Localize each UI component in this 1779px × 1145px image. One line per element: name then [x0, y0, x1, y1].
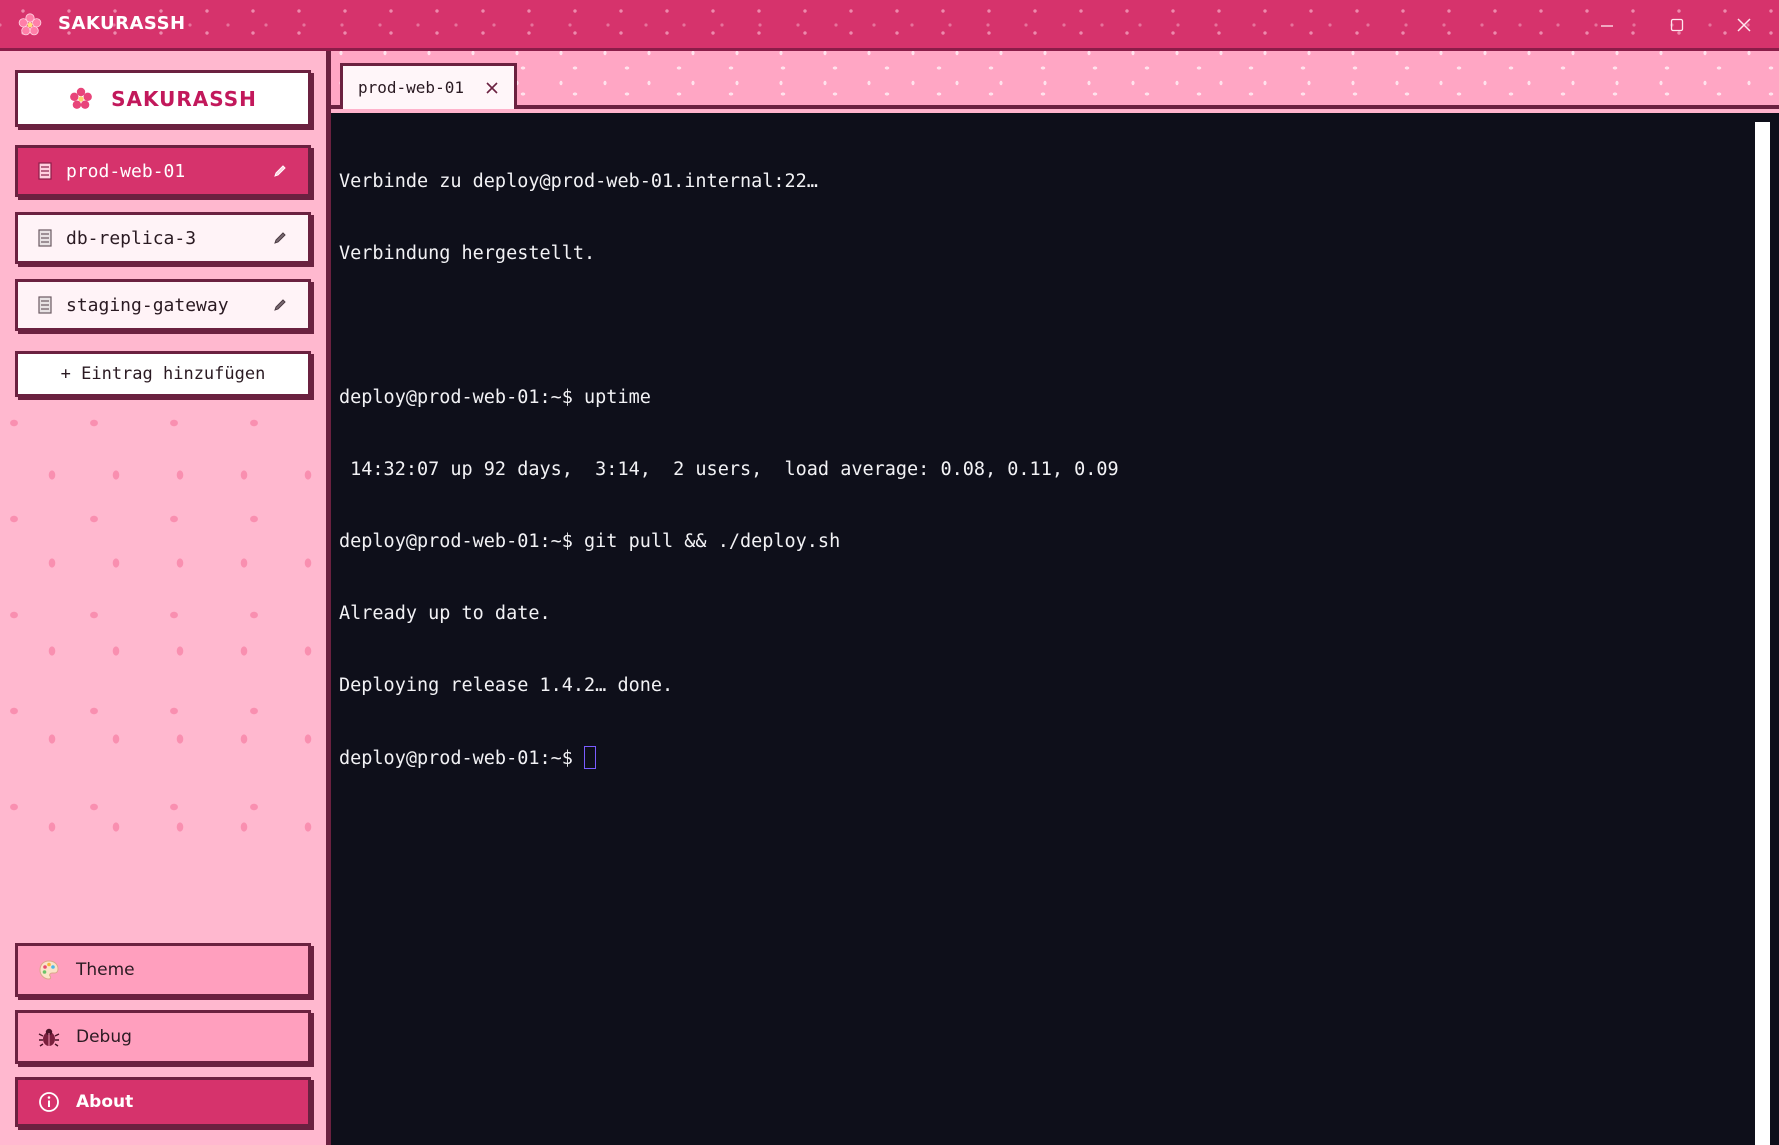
sakura-flower-icon: [70, 87, 92, 109]
debug-button[interactable]: Debug: [15, 1010, 311, 1064]
tab-bar: prod-web-01: [331, 51, 1779, 109]
tab-prod-web-01[interactable]: prod-web-01: [340, 63, 517, 109]
tab-label: prod-web-01: [358, 78, 464, 97]
host-label: staging-gateway: [66, 294, 229, 316]
pencil-icon[interactable]: [272, 230, 288, 246]
pencil-icon[interactable]: [272, 163, 288, 179]
terminal-line: Verbinde zu deploy@prod-web-01.internal:…: [339, 171, 818, 192]
maximize-icon: [1670, 18, 1684, 32]
terminal-line: deploy@prod-web-01:~$ uptime: [339, 387, 651, 408]
scrollbar-thumb[interactable]: [1755, 122, 1770, 1145]
sidebar-item-staging-gateway[interactable]: staging-gateway: [15, 279, 311, 331]
info-icon: [39, 1092, 59, 1112]
server-icon: [38, 296, 52, 314]
about-button[interactable]: About: [15, 1077, 311, 1127]
minimize-button[interactable]: [1572, 0, 1642, 50]
pencil-icon[interactable]: [272, 297, 288, 313]
window-title: SAKURASSH: [58, 13, 186, 34]
add-entry-label: + Eintrag hinzufügen: [60, 364, 266, 384]
about-label: About: [76, 1092, 134, 1112]
terminal-line: Verbindung hergestellt.: [339, 243, 596, 264]
close-button[interactable]: [1709, 0, 1779, 50]
palette-icon: [39, 960, 59, 980]
terminal-line: 14:32:07 up 92 days, 3:14, 2 users, load…: [339, 459, 1119, 480]
host-label: prod-web-01: [66, 160, 186, 182]
server-icon: [38, 162, 52, 180]
close-icon: [1737, 18, 1751, 32]
sidebar-item-prod-web-01[interactable]: prod-web-01: [15, 145, 311, 197]
maximize-button[interactable]: [1642, 0, 1712, 50]
brand-label: SAKURASSH: [111, 86, 257, 111]
theme-button[interactable]: Theme: [15, 943, 311, 997]
bug-icon: [38, 1028, 60, 1047]
theme-label: Theme: [76, 960, 135, 980]
title-bar: SAKURASSH: [0, 0, 1779, 51]
sidebar: SAKURASSH prod-web-01 db-replica-3 stagi…: [0, 51, 326, 1145]
terminal-line: deploy@prod-web-01:~$ git pull && ./depl…: [339, 531, 841, 552]
sidebar-item-db-replica-3[interactable]: db-replica-3: [15, 212, 311, 264]
brand-button[interactable]: SAKURASSH: [15, 70, 311, 127]
close-tab-icon[interactable]: [484, 80, 500, 96]
terminal-line: Deploying release 1.4.2… done.: [339, 675, 674, 696]
minimize-icon: [1601, 25, 1613, 27]
terminal-output[interactable]: Verbinde zu deploy@prod-web-01.internal:…: [331, 113, 1755, 1145]
sakura-flower-icon: [18, 13, 42, 36]
debug-label: Debug: [76, 1027, 132, 1047]
terminal-prompt: deploy@prod-web-01:~$: [339, 748, 585, 769]
host-label: db-replica-3: [66, 227, 197, 249]
terminal-prompt-line[interactable]: deploy@prod-web-01:~$: [339, 746, 1747, 770]
server-icon: [38, 229, 52, 247]
add-entry-button[interactable]: + Eintrag hinzufügen: [15, 351, 311, 397]
terminal-line: Already up to date.: [339, 603, 551, 624]
terminal-cursor: [584, 746, 597, 769]
